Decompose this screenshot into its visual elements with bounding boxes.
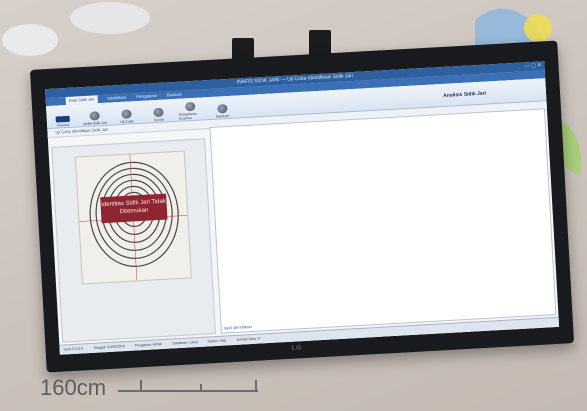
tape-tick bbox=[200, 384, 202, 392]
status-version: Versi 5.0.0.0 bbox=[63, 346, 84, 352]
result-badge: Identitas Sidik Jari Tidak Ditemukan bbox=[100, 193, 168, 224]
device-icon bbox=[55, 115, 70, 123]
analysis-panel: hasil identifikasi bbox=[209, 108, 557, 334]
height-tape-line bbox=[118, 390, 258, 392]
fingerprint-panel: Identitas Sidik Jari Tidak Ditemukan bbox=[51, 138, 216, 343]
fingerprint-image: Identitas Sidik Jari Tidak Ditemukan bbox=[74, 150, 192, 285]
fingerprint-icon bbox=[89, 111, 100, 121]
ribbon-button-ambil[interactable]: Ambil Sidik Jari bbox=[82, 111, 107, 126]
result-link[interactable]: hasil identifikasi bbox=[224, 324, 252, 331]
scanner-icon bbox=[185, 101, 196, 112]
height-marker: 160cm bbox=[40, 375, 107, 400]
ribbon-button-koneksi[interactable]: Koneksi bbox=[51, 115, 76, 128]
ribbon-button-bantuan[interactable]: Bantuan bbox=[210, 104, 235, 119]
analysis-heading: Analisis Sidik Jari bbox=[443, 90, 487, 99]
monitor-logo: LG bbox=[291, 345, 303, 352]
window-controls[interactable]: — ▢ ✕ bbox=[525, 61, 542, 71]
tape-tick bbox=[255, 380, 257, 392]
cloud-sticker bbox=[2, 2, 150, 56]
fingerprint-icon bbox=[153, 107, 164, 118]
status-user: Pengguna: Admin bbox=[134, 342, 163, 348]
status-count: Jumlah Data: 0 bbox=[236, 336, 260, 342]
ribbon-button-cocok[interactable]: Cocok bbox=[146, 107, 171, 122]
tape-tick bbox=[140, 380, 142, 392]
ribbon-button-uji[interactable]: Uji Coba bbox=[114, 109, 139, 124]
monitor: INAFIS SIDIK JARI — Uji Coba Identifikas… bbox=[29, 40, 575, 373]
help-icon bbox=[217, 104, 228, 114]
app-window: INAFIS SIDIK JARI — Uji Coba Identifikas… bbox=[45, 61, 560, 355]
fingerprint-icon bbox=[121, 109, 132, 119]
status-database: Database: Lokal bbox=[172, 340, 198, 346]
status-date: Tanggal: 01/06/2018 bbox=[92, 344, 125, 350]
status-state: Status: Siap bbox=[207, 338, 227, 344]
ribbon-button-scanner[interactable]: Pengaturan Scanner bbox=[178, 101, 203, 121]
